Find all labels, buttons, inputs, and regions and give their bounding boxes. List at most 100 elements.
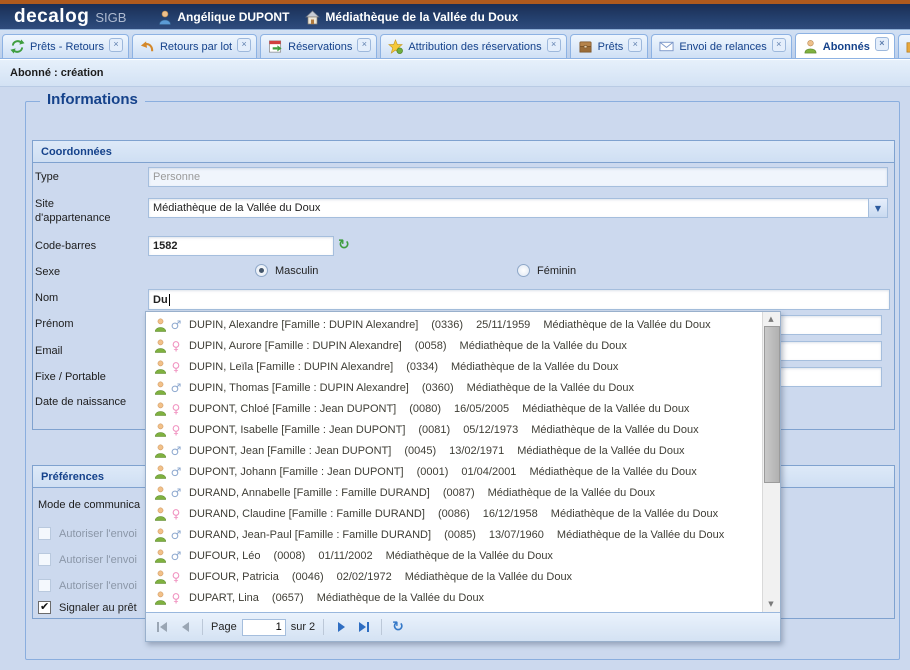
subscriber-code: (0334) xyxy=(406,361,438,373)
dropdown-scrollbar[interactable]: ▲ ▼ xyxy=(762,312,780,612)
pager-separator xyxy=(202,619,203,635)
tab-envoi-relances[interactable]: Envoi de relances × xyxy=(651,34,791,58)
tab-label: Retours par lot xyxy=(160,41,232,53)
breadcrumb-text: Abonné : création xyxy=(10,67,104,79)
person-icon xyxy=(154,507,167,521)
list-item[interactable]: ♀ DUFOUR, Patricia (0046) 02/02/1972 Méd… xyxy=(146,566,780,587)
list-item[interactable]: ♀ DUPART, Lina (0657) Médiathèque de la … xyxy=(146,587,780,608)
list-item[interactable]: ♂ DUPIN, Thomas [Famille : DUPIN Alexand… xyxy=(146,377,780,398)
tab-regroupement[interactable]: Regroupem xyxy=(898,34,910,58)
scroll-down-icon[interactable]: ▼ xyxy=(763,597,779,612)
subscriber-code: (0008) xyxy=(274,550,306,562)
close-tab-icon[interactable]: × xyxy=(547,38,561,52)
radio-feminin[interactable]: Féminin xyxy=(517,264,576,277)
subscriber-site: Médiathèque de la Vallée du Doux xyxy=(460,340,627,352)
coordonnees-title: Coordonnées xyxy=(33,141,894,163)
user-icon xyxy=(158,10,172,25)
list-item[interactable]: ♀ DURAND, Claudine [Famille : Famille DU… xyxy=(146,503,780,524)
subscriber-birthdate: 16/05/2005 xyxy=(454,403,509,415)
subscriber-code: (0360) xyxy=(422,382,454,394)
list-item[interactable]: ♀ DUPONT, Isabelle [Famille : Jean DUPON… xyxy=(146,419,780,440)
checkbox-icon[interactable] xyxy=(38,527,51,540)
list-item[interactable]: ♂ DUFOUR, Léo (0008) 01/11/2002 Médiathè… xyxy=(146,545,780,566)
barcode-field[interactable]: 1582 xyxy=(148,236,334,256)
checkbox-checked-icon[interactable] xyxy=(38,601,51,614)
subscriber-birthdate: 13/02/1971 xyxy=(449,445,504,457)
nom-label: Nom xyxy=(35,292,58,304)
site-select[interactable]: Médiathèque de la Vallée du Doux ▼ xyxy=(148,198,888,218)
list-item[interactable]: ♀ DUPIN, Leïla [Famille : DUPIN Alexandr… xyxy=(146,356,780,377)
communication-mode-label: Mode de communica xyxy=(38,499,140,511)
list-item[interactable]: ♀ DUPONT, Chloé [Famille : Jean DUPONT] … xyxy=(146,398,780,419)
subscriber-name: DUPIN, Thomas [Famille : DUPIN Alexandre… xyxy=(189,382,409,394)
tab-bar: Prêts - Retours × Retours par lot × Rése… xyxy=(0,30,910,59)
tab-retours-par-lot[interactable]: Retours par lot × xyxy=(132,34,257,58)
subscriber-birthdate: 25/11/1959 xyxy=(476,319,530,331)
gender-icon: ♀ xyxy=(170,423,182,437)
first-page-button[interactable] xyxy=(153,618,171,636)
subscriber-birthdate: 13/07/1960 xyxy=(489,529,544,541)
app-header: decalog SIGB Angélique DUPONT Médiathèqu… xyxy=(0,4,910,30)
barcode-label: Code-barres xyxy=(35,240,96,252)
list-item[interactable]: ♂ DURAND, Annabelle [Famille : Famille D… xyxy=(146,482,780,503)
chevron-down-icon[interactable]: ▼ xyxy=(868,199,887,217)
radio-masculin[interactable]: Masculin xyxy=(255,264,318,277)
list-item[interactable]: ♀ DUPIN, Aurore [Famille : DUPIN Alexand… xyxy=(146,335,780,356)
pager-separator xyxy=(381,619,382,635)
close-tab-icon[interactable]: × xyxy=(772,38,786,52)
scroll-up-icon[interactable]: ▲ xyxy=(763,312,779,327)
list-item[interactable]: ♂ DUPONT, Jean [Famille : Jean DUPONT] (… xyxy=(146,440,780,461)
checkbox-icon[interactable] xyxy=(38,553,51,566)
pager-separator xyxy=(323,619,324,635)
current-user: Angélique DUPONT xyxy=(177,10,289,24)
barcode-refresh-icon[interactable]: ↻ xyxy=(338,238,350,252)
checkbox-icon[interactable] xyxy=(38,579,51,592)
radio-icon[interactable] xyxy=(255,264,268,277)
subscriber-name: DUPART, Lina xyxy=(189,592,259,604)
gender-icon: ♀ xyxy=(170,402,182,416)
gender-icon: ♀ xyxy=(170,507,182,521)
refresh-icon[interactable]: ↻ xyxy=(392,619,404,635)
page-number-input[interactable] xyxy=(242,619,286,636)
tab-label: Abonnés xyxy=(823,41,870,53)
current-site: Médiathèque de la Vallée du Doux xyxy=(325,10,518,24)
checkbox-signaler-au-pret[interactable]: Signaler au prêt xyxy=(38,601,137,614)
list-item[interactable]: ♂ DUPONT, Johann [Famille : Jean DUPONT]… xyxy=(146,461,780,482)
last-page-button[interactable] xyxy=(355,618,373,636)
list-item[interactable]: ♂ DUPIN, Alexandre [Famille : DUPIN Alex… xyxy=(146,314,780,335)
tab-prets[interactable]: Prêts × xyxy=(570,34,649,58)
checkbox-autoriser-envoi-3[interactable]: Autoriser l'envoi xyxy=(38,579,137,592)
subscriber-birthdate: 01/04/2001 xyxy=(461,466,516,478)
subscriber-site: Médiathèque de la Vallée du Doux xyxy=(522,403,689,415)
close-tab-icon[interactable]: × xyxy=(875,37,889,51)
subscriber-birthdate: 02/02/1972 xyxy=(337,571,392,583)
batch-return-icon xyxy=(140,39,155,54)
gender-icon: ♂ xyxy=(170,486,182,500)
checkbox-autoriser-envoi-2[interactable]: Autoriser l'envoi xyxy=(38,553,137,566)
close-tab-icon[interactable]: × xyxy=(628,38,642,52)
checkbox-autoriser-envoi-1[interactable]: Autoriser l'envoi xyxy=(38,527,137,540)
prev-page-button[interactable] xyxy=(176,618,194,636)
tab-abonnes[interactable]: Abonnés × xyxy=(795,33,895,59)
close-tab-icon[interactable]: × xyxy=(109,38,123,52)
radio-feminin-label: Féminin xyxy=(537,265,576,277)
subscriber-site: Médiathèque de la Vallée du Doux xyxy=(467,382,634,394)
subscriber-code: (0046) xyxy=(292,571,324,583)
radio-icon[interactable] xyxy=(517,264,530,277)
loans-icon xyxy=(578,39,593,54)
tab-reservations[interactable]: Réservations × xyxy=(260,34,377,58)
next-page-button[interactable] xyxy=(332,618,350,636)
mail-icon xyxy=(659,39,674,54)
app-window: decalog SIGB Angélique DUPONT Médiathèqu… xyxy=(0,0,910,670)
gender-icon: ♀ xyxy=(170,570,182,584)
close-tab-icon[interactable]: × xyxy=(357,38,371,52)
gender-icon: ♂ xyxy=(170,444,182,458)
gender-icon: ♂ xyxy=(170,465,182,479)
list-item[interactable]: ♂ DURAND, Jean-Paul [Famille : Famille D… xyxy=(146,524,780,545)
tab-attribution-reservations[interactable]: Attribution des réservations × xyxy=(380,34,566,58)
subscriber-code: (0657) xyxy=(272,592,304,604)
nom-input[interactable]: Du xyxy=(148,289,890,310)
close-tab-icon[interactable]: × xyxy=(237,38,251,52)
scrollbar-thumb[interactable] xyxy=(764,326,780,483)
tab-prets-retours[interactable]: Prêts - Retours × xyxy=(2,34,129,58)
